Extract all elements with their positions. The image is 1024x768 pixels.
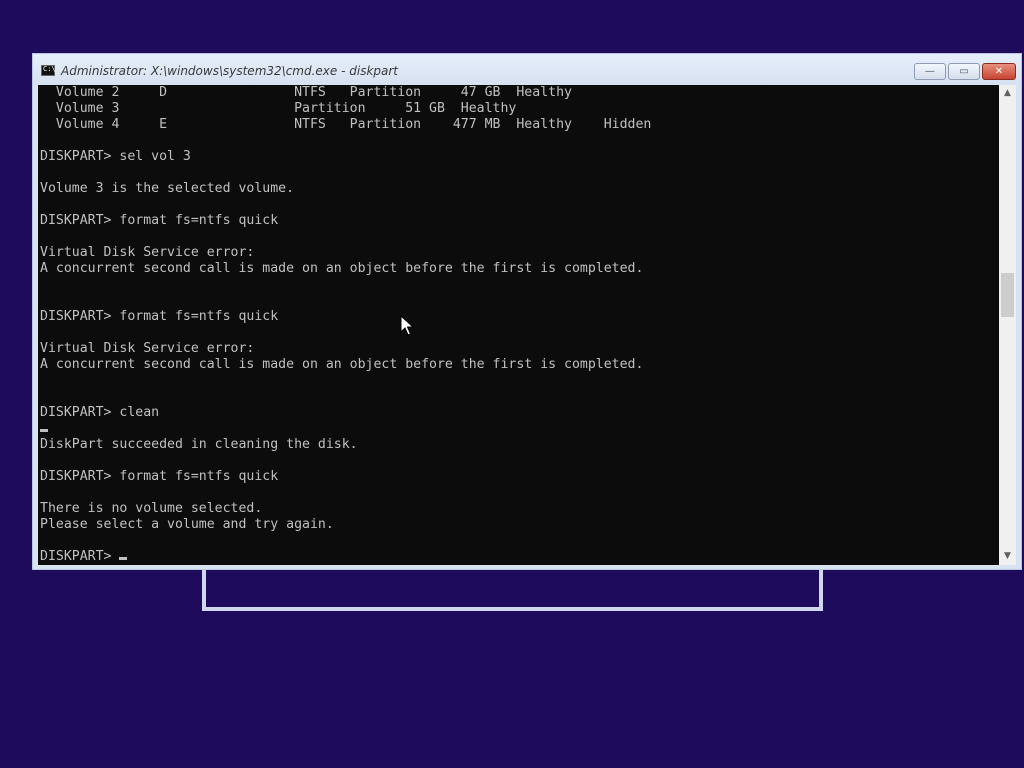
close-button[interactable]: ✕ xyxy=(982,63,1016,80)
console-prompt: DISKPART> xyxy=(40,549,120,564)
console-output-area[interactable]: Volume 2 D NTFS Partition 47 GB Healthy … xyxy=(38,85,999,565)
console-history: Volume 2 D NTFS Partition 47 GB Healthy … xyxy=(40,85,652,532)
text-cursor xyxy=(119,557,128,560)
scroll-thumb[interactable] xyxy=(1001,273,1014,317)
scroll-up-arrow-icon[interactable]: ▲ xyxy=(999,85,1016,102)
vertical-scrollbar[interactable]: ▲ ▼ xyxy=(999,85,1016,565)
title-bar[interactable]: C:\ Administrator: X:\windows\system32\c… xyxy=(33,54,1021,85)
cmd-app-icon[interactable]: C:\ xyxy=(41,65,56,76)
cmd-icon-label: C:\ xyxy=(43,65,56,73)
maximize-button[interactable]: ▭ xyxy=(948,63,980,80)
minimize-button[interactable]: — xyxy=(914,63,946,80)
window-title: Administrator: X:\windows\system32\cmd.e… xyxy=(61,64,399,78)
cmd-window[interactable]: C:\ Administrator: X:\windows\system32\c… xyxy=(32,53,1022,570)
mouse-pointer-icon xyxy=(400,315,414,336)
console-text: Volume 2 D NTFS Partition 47 GB Healthy … xyxy=(40,85,651,565)
scroll-down-arrow-icon[interactable]: ▼ xyxy=(999,548,1016,565)
stray-cursor-mark xyxy=(40,429,48,432)
